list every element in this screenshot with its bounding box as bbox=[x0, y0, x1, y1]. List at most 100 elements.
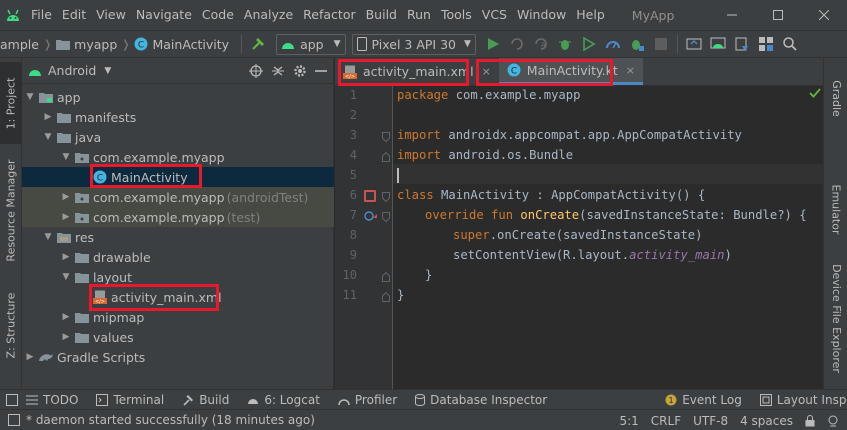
apply-code-changes-icon[interactable]: A bbox=[530, 33, 552, 55]
collapsed-arrow-icon[interactable]: ▶ bbox=[42, 112, 54, 122]
menu-vcs[interactable]: VCS bbox=[477, 0, 512, 30]
tree-item-java[interactable]: ▼ java bbox=[22, 127, 334, 147]
tool-database-inspector[interactable]: Database Inspector bbox=[415, 393, 547, 407]
menu-run[interactable]: Run bbox=[402, 0, 436, 30]
gradle-sync-icon[interactable] bbox=[683, 33, 705, 55]
tab-resource-manager[interactable]: Resource Manager bbox=[0, 150, 22, 270]
debug-icon[interactable] bbox=[554, 33, 576, 55]
tab-mainactivity-kt[interactable]: C MainActivity.kt × bbox=[498, 58, 643, 85]
fold-marker-icon[interactable] bbox=[382, 212, 390, 222]
menu-code[interactable]: Code bbox=[197, 0, 239, 30]
override-gutter-icon[interactable] bbox=[364, 210, 378, 222]
attach-debugger-icon[interactable] bbox=[626, 33, 648, 55]
fold-marker-icon[interactable] bbox=[382, 272, 390, 282]
menu-window[interactable]: Window bbox=[512, 0, 571, 30]
chevron-down-icon[interactable]: ▼ bbox=[104, 66, 111, 76]
tree-item-gradle-scripts[interactable]: ▶ Gradle Scripts bbox=[22, 347, 334, 367]
tree-item-mipmap[interactable]: ▶ mipmap bbox=[22, 307, 334, 327]
menu-refactor[interactable]: Refactor bbox=[298, 0, 360, 30]
tool-build[interactable]: Build bbox=[182, 393, 229, 407]
menu-help[interactable]: Help bbox=[571, 0, 610, 30]
collapsed-arrow-icon[interactable]: ▶ bbox=[60, 252, 72, 262]
tree-item-layout[interactable]: ▼ layout bbox=[22, 267, 334, 287]
expanded-arrow-icon[interactable]: ▼ bbox=[42, 232, 54, 242]
menu-tools[interactable]: Tools bbox=[436, 0, 477, 30]
tool-todo[interactable]: TODO bbox=[26, 393, 78, 407]
tree-item-activity-main-xml[interactable]: </> activity_main.xml bbox=[22, 287, 334, 307]
run-with-coverage-icon[interactable] bbox=[578, 33, 600, 55]
tree-item-drawable[interactable]: ▶ drawable bbox=[22, 247, 334, 267]
tool-logcat[interactable]: 6: Logcat bbox=[247, 393, 320, 407]
tree-item-values[interactable]: ▶ values bbox=[22, 327, 334, 347]
breadcrumb-project[interactable]: ample bbox=[0, 37, 39, 52]
run-config-select[interactable]: app ▼ bbox=[276, 33, 346, 55]
fold-marker-icon[interactable] bbox=[382, 152, 390, 162]
hide-panel-icon[interactable] bbox=[315, 69, 327, 73]
project-view-select[interactable]: Android bbox=[48, 63, 96, 78]
close-tab-icon[interactable]: × bbox=[482, 65, 491, 78]
tool-event-log[interactable]: 1 Event Log bbox=[665, 393, 742, 407]
search-everywhere-icon[interactable] bbox=[779, 33, 801, 55]
menu-edit[interactable]: Edit bbox=[57, 0, 91, 30]
apply-changes-icon[interactable] bbox=[506, 33, 528, 55]
menu-file[interactable]: File bbox=[26, 0, 57, 30]
tab-gradle[interactable]: Gradle bbox=[824, 68, 847, 128]
minimize-icon[interactable] bbox=[709, 0, 755, 30]
collapse-all-icon[interactable] bbox=[271, 64, 285, 78]
expanded-arrow-icon[interactable]: ▼ bbox=[60, 272, 72, 282]
collapsed-arrow-icon[interactable]: ▶ bbox=[60, 312, 72, 322]
profile-icon[interactable] bbox=[602, 33, 624, 55]
tree-item-package-test[interactable]: ▶ com.example.myapp (test) bbox=[22, 207, 334, 227]
tree-item-mainactivity[interactable]: C MainActivity bbox=[22, 167, 334, 187]
lock-icon[interactable] bbox=[805, 414, 815, 427]
close-tab-icon[interactable]: × bbox=[626, 64, 635, 77]
tree-item-res[interactable]: ▼ res bbox=[22, 227, 334, 247]
tab-emulator[interactable]: Emulator bbox=[824, 176, 847, 242]
expanded-arrow-icon[interactable]: ▼ bbox=[60, 152, 72, 162]
collapsed-arrow-icon[interactable]: ▶ bbox=[60, 332, 72, 342]
status-panel-icon[interactable] bbox=[8, 414, 20, 426]
indent-setting[interactable]: 4 spaces bbox=[740, 414, 793, 428]
breadcrumb-file[interactable]: MainActivity bbox=[152, 37, 229, 52]
tool-profiler[interactable]: Profiler bbox=[338, 393, 397, 407]
tool-layout-inspector[interactable]: Layout Inspector bbox=[759, 393, 847, 407]
tree-item-package-androidtest[interactable]: ▶ com.example.myapp (androidTest) bbox=[22, 187, 334, 207]
tree-item-app[interactable]: ▼ app bbox=[22, 87, 334, 107]
inspection-icon[interactable] bbox=[827, 415, 839, 427]
tab-project[interactable]: 1: Project bbox=[0, 62, 22, 144]
tool-terminal[interactable]: Terminal bbox=[96, 393, 164, 407]
file-encoding[interactable]: UTF-8 bbox=[693, 414, 728, 428]
close-window-icon[interactable] bbox=[801, 0, 847, 30]
tool-windows-toggle-icon[interactable] bbox=[6, 393, 18, 406]
maximize-icon[interactable] bbox=[755, 0, 801, 30]
expanded-arrow-icon[interactable]: ▼ bbox=[42, 132, 54, 142]
sdk-manager-icon[interactable] bbox=[731, 33, 753, 55]
collapsed-arrow-icon[interactable]: ▶ bbox=[60, 212, 72, 222]
menu-view[interactable]: View bbox=[91, 0, 131, 30]
menu-analyze[interactable]: Analyze bbox=[239, 0, 298, 30]
collapsed-arrow-icon[interactable]: ▶ bbox=[60, 192, 72, 202]
menu-build[interactable]: Build bbox=[361, 0, 402, 30]
menu-navigate[interactable]: Navigate bbox=[131, 0, 197, 30]
line-separator[interactable]: CRLF bbox=[651, 414, 681, 428]
locate-icon[interactable] bbox=[249, 64, 263, 78]
tab-structure[interactable]: Z: Structure bbox=[0, 280, 22, 370]
tree-item-package[interactable]: ▼ com.example.myapp bbox=[22, 147, 334, 167]
tab-device-file-explorer[interactable]: Device File Explorer bbox=[824, 258, 847, 378]
breadcrumb-module[interactable]: myapp bbox=[74, 37, 117, 52]
run-icon[interactable] bbox=[482, 33, 504, 55]
avd-manager-icon[interactable] bbox=[707, 33, 729, 55]
fold-marker-icon[interactable] bbox=[382, 192, 390, 202]
fold-marker-icon[interactable] bbox=[382, 292, 390, 302]
tree-item-manifests[interactable]: ▶ manifests bbox=[22, 107, 334, 127]
project-structure-icon[interactable] bbox=[755, 33, 777, 55]
caret-position[interactable]: 5:1 bbox=[619, 414, 638, 428]
collapsed-arrow-icon[interactable]: ▶ bbox=[24, 352, 36, 362]
code-area[interactable]: package com.example.myapp import android… bbox=[393, 86, 823, 390]
device-select[interactable]: Pixel 3 API 30 ▼ bbox=[351, 33, 476, 55]
gear-icon[interactable] bbox=[293, 64, 307, 78]
run-gutter-icon[interactable] bbox=[363, 189, 377, 203]
fold-marker-icon[interactable] bbox=[382, 132, 390, 142]
status-message[interactable]: * daemon started successfully (18 minute… bbox=[26, 413, 315, 427]
tab-activity-main-xml[interactable]: </> activity_main.xml × bbox=[335, 58, 499, 85]
